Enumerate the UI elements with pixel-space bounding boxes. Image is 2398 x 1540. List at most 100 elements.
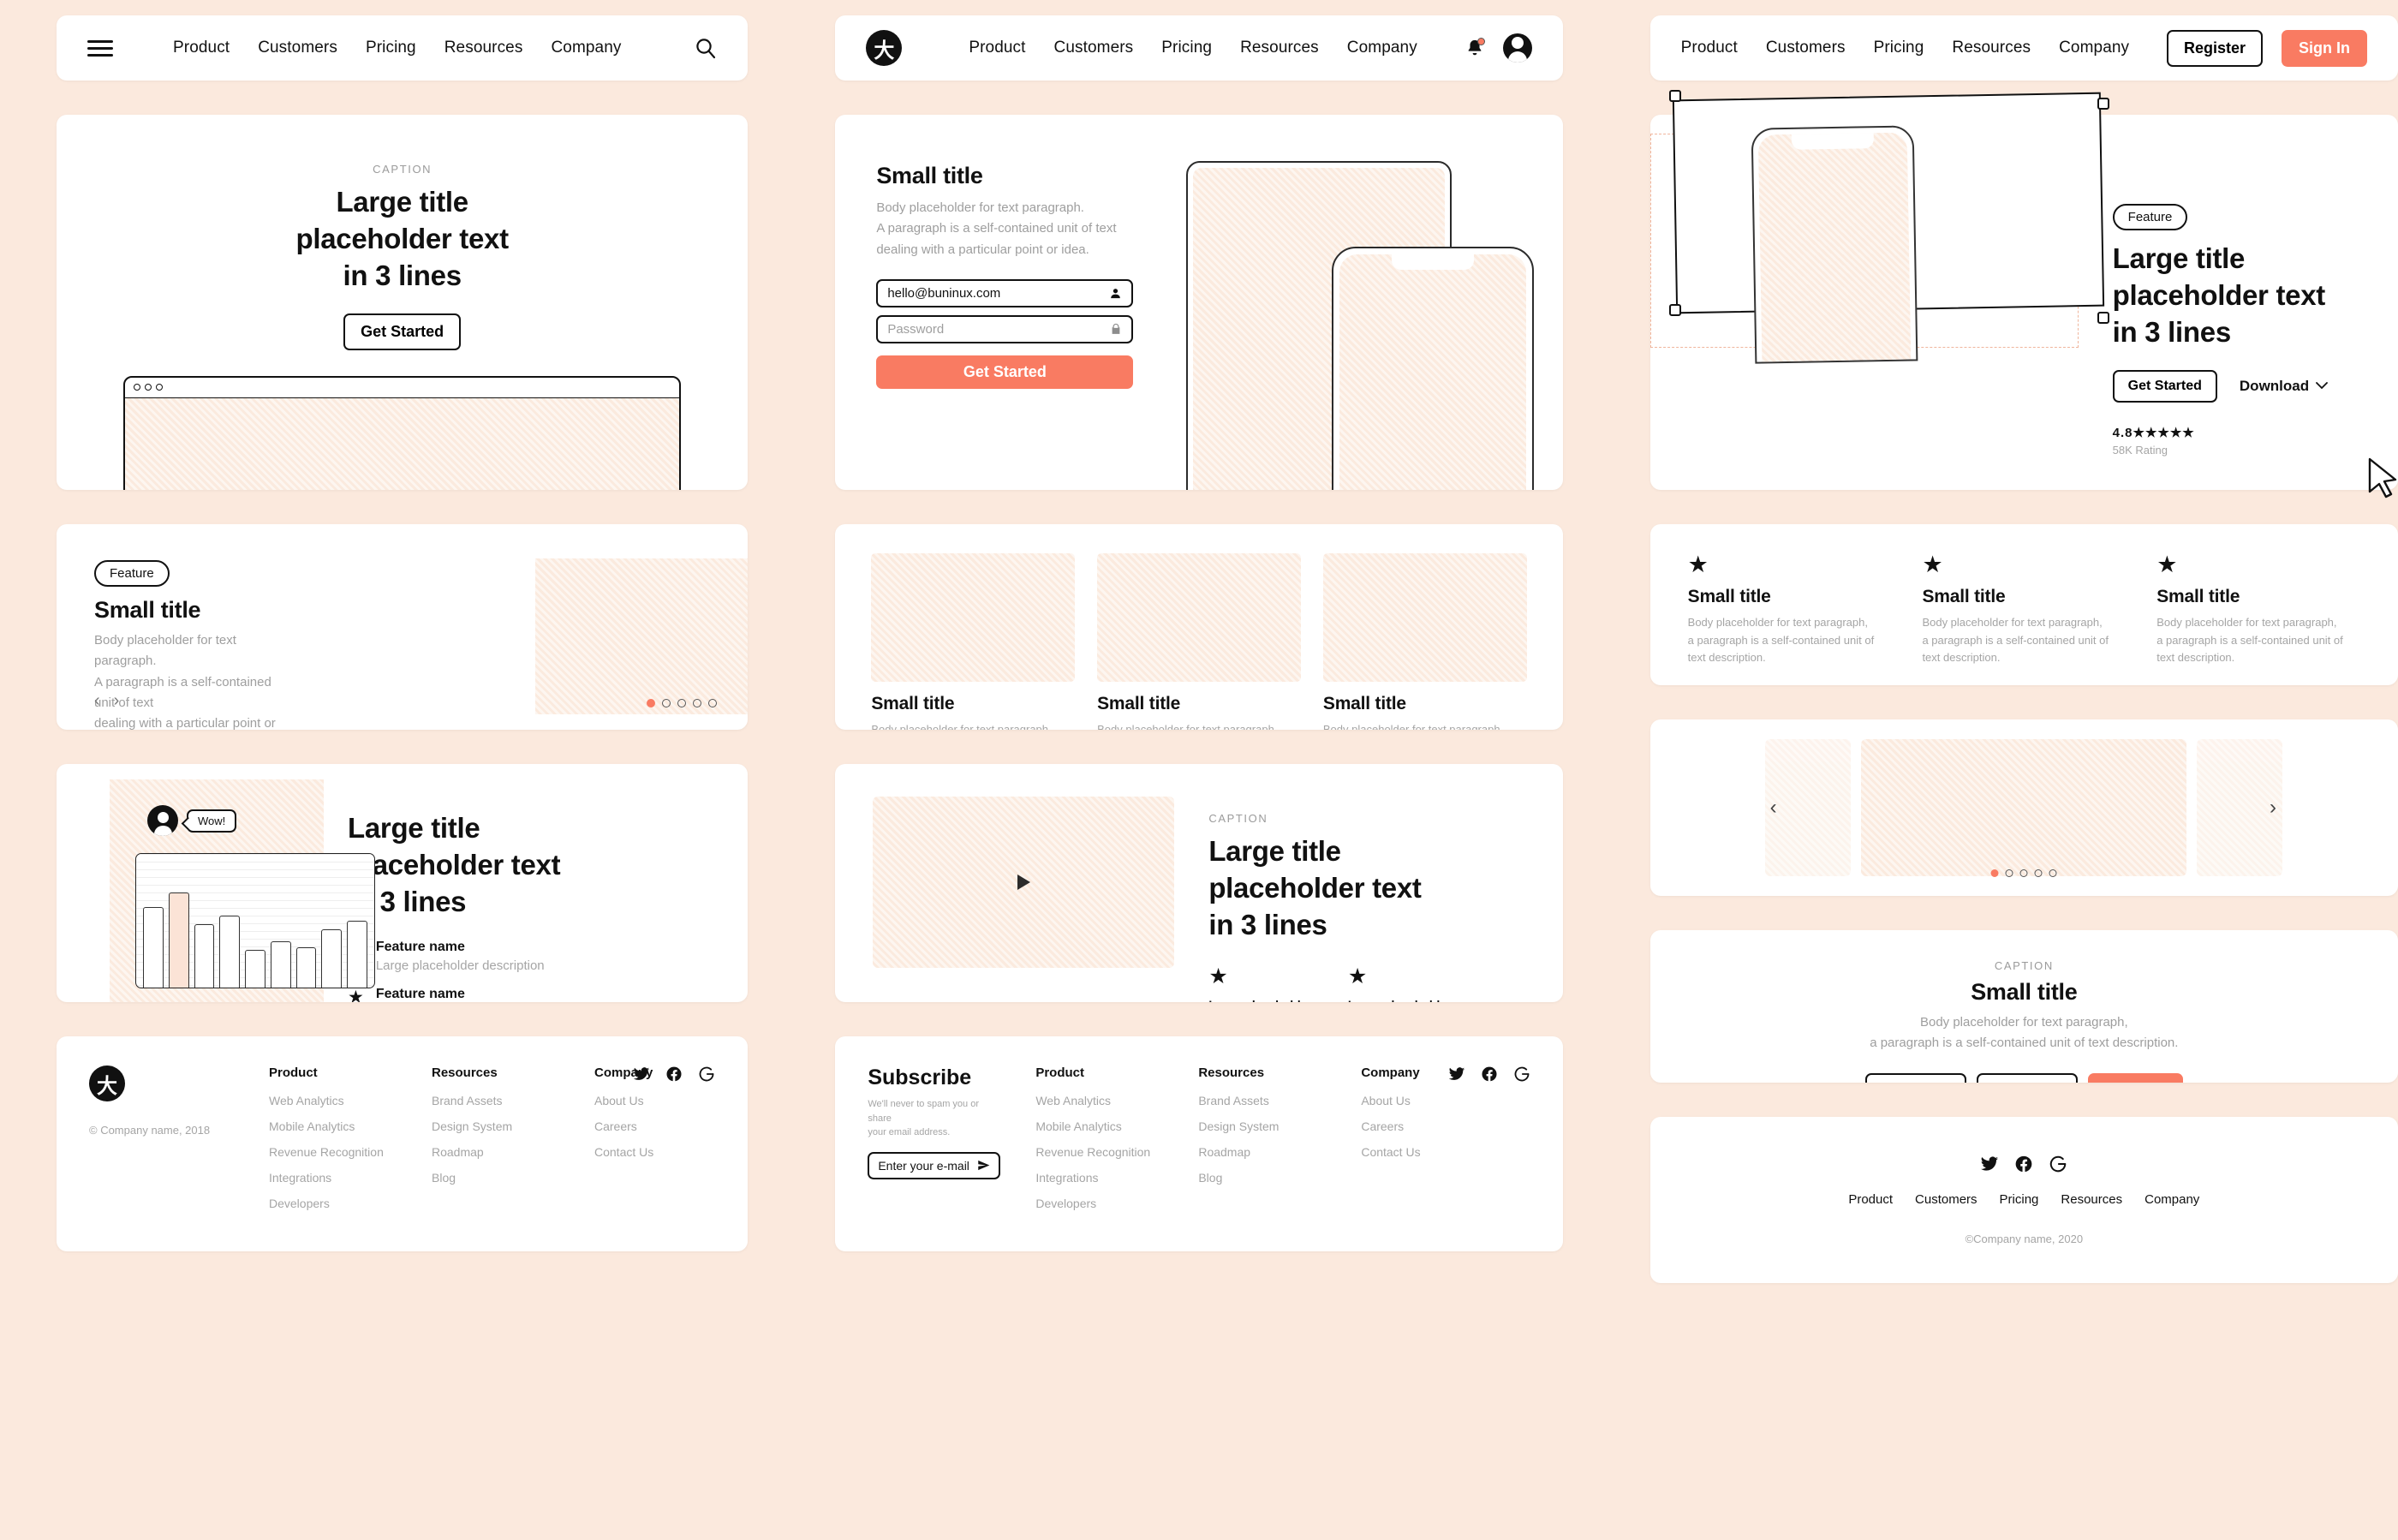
- carousel-dot[interactable]: [662, 699, 671, 707]
- feature-body: Body placeholder for text paragraph, a p…: [2156, 616, 2343, 665]
- star-icon: ★: [1347, 964, 1368, 988]
- carousel-dot[interactable]: [1990, 869, 1999, 877]
- footer-link[interactable]: Design System: [432, 1119, 594, 1133]
- video-player[interactable]: [873, 797, 1175, 968]
- facebook-icon[interactable]: [1481, 1065, 1498, 1083]
- twitter-icon[interactable]: [1980, 1155, 1999, 1173]
- footer-link[interactable]: Roadmap: [1198, 1145, 1361, 1159]
- footer-link[interactable]: Mobile Analytics: [269, 1119, 432, 1133]
- carousel-dot[interactable]: [2005, 869, 2013, 877]
- nav-link-pricing[interactable]: Pricing: [366, 39, 416, 57]
- nav-link-resources[interactable]: Resources: [1240, 39, 1319, 57]
- footer-link[interactable]: Integrations: [1035, 1171, 1198, 1185]
- footer-link-customers[interactable]: Customers: [1915, 1192, 1977, 1207]
- carousel-slide-prev[interactable]: [1765, 739, 1852, 876]
- footer-link[interactable]: Integrations: [269, 1171, 432, 1185]
- footer-link[interactable]: Web Analytics: [1035, 1094, 1198, 1107]
- nav-link-customers[interactable]: Customers: [1766, 39, 1846, 57]
- carousel-dot[interactable]: [708, 699, 718, 707]
- avatar[interactable]: [1502, 33, 1532, 63]
- chevron-right-icon[interactable]: ›: [114, 691, 120, 711]
- footer-link[interactable]: Roadmap: [432, 1145, 594, 1159]
- footer-link[interactable]: Revenue Recognition: [269, 1145, 432, 1159]
- hamburger-menu-icon[interactable]: [87, 39, 113, 57]
- resize-handle[interactable]: [1668, 90, 1681, 102]
- nav-link-product[interactable]: Product: [173, 39, 230, 57]
- footer-link[interactable]: Brand Assets: [432, 1094, 594, 1107]
- google-icon[interactable]: [2049, 1155, 2067, 1173]
- footer-link[interactable]: Web Analytics: [269, 1094, 432, 1107]
- footer-link[interactable]: Careers: [1361, 1119, 1420, 1133]
- carousel-slide-active[interactable]: [1861, 739, 2187, 876]
- footer-link-resources[interactable]: Resources: [2061, 1192, 2122, 1207]
- carousel-dot[interactable]: [2034, 869, 2043, 877]
- google-icon[interactable]: [1513, 1065, 1530, 1083]
- footer-link[interactable]: Careers: [594, 1119, 653, 1133]
- subscribe-email-input[interactable]: Enter your e-mail: [868, 1151, 1001, 1179]
- email-field[interactable]: hello@buninux.com: [876, 278, 1134, 307]
- chevron-left-icon[interactable]: ‹: [94, 691, 100, 711]
- footer-link[interactable]: Design System: [1198, 1119, 1361, 1133]
- footer-link[interactable]: Brand Assets: [1198, 1094, 1361, 1107]
- navbar-hamburger: Product Customers Pricing Resources Comp…: [57, 15, 749, 81]
- footer-link-product[interactable]: Product: [1848, 1192, 1893, 1207]
- password-field[interactable]: Password: [876, 314, 1134, 343]
- column-three: Product Customers Pricing Resources Comp…: [1599, 0, 2398, 1540]
- download-dropdown[interactable]: Download: [2240, 378, 2329, 395]
- search-icon[interactable]: [695, 37, 717, 59]
- nav-link-pricing[interactable]: Pricing: [1874, 39, 1924, 57]
- email-input[interactable]: E-mail: [1976, 1072, 2078, 1083]
- nav-link-product[interactable]: Product: [969, 39, 1025, 57]
- twitter-icon[interactable]: [1448, 1065, 1465, 1083]
- hero2-get-started-button[interactable]: Get Started: [876, 355, 1134, 389]
- hero1-get-started-button[interactable]: Get Started: [343, 313, 462, 350]
- footer-link[interactable]: About Us: [1361, 1094, 1420, 1107]
- star-icon: ★: [1687, 552, 1709, 577]
- footer-link-pricing[interactable]: Pricing: [2000, 1192, 2039, 1207]
- footer-link[interactable]: Blog: [1198, 1171, 1361, 1185]
- resize-handle[interactable]: [1668, 304, 1681, 316]
- footer-link[interactable]: Contact Us: [1361, 1145, 1420, 1159]
- nav-link-company[interactable]: Company: [551, 39, 621, 57]
- cursor-icon: [2367, 457, 2398, 502]
- register-button[interactable]: Register: [2166, 29, 2263, 67]
- facebook-icon[interactable]: [665, 1065, 683, 1083]
- twitter-icon[interactable]: [633, 1065, 650, 1083]
- google-icon[interactable]: [698, 1065, 715, 1083]
- carousel-dot[interactable]: [693, 699, 702, 707]
- footer-link[interactable]: Revenue Recognition: [1035, 1145, 1198, 1159]
- carousel-dot[interactable]: [2049, 869, 2057, 877]
- logo-icon[interactable]: 大: [866, 30, 903, 66]
- signup-get-started-button[interactable]: Get Started: [2087, 1072, 2184, 1083]
- play-icon[interactable]: [1017, 874, 1030, 890]
- footer-link[interactable]: Developers: [1035, 1197, 1198, 1210]
- footer-link[interactable]: Contact Us: [594, 1145, 653, 1159]
- hero3-get-started-button[interactable]: Get Started: [2112, 369, 2217, 403]
- footer-link[interactable]: Developers: [269, 1197, 432, 1210]
- nav-link-company[interactable]: Company: [1347, 39, 1417, 57]
- nav-link-resources[interactable]: Resources: [444, 39, 523, 57]
- nav-link-resources[interactable]: Resources: [1952, 39, 2031, 57]
- nav-link-pricing[interactable]: Pricing: [1161, 39, 1212, 57]
- facebook-icon[interactable]: [2014, 1155, 2033, 1173]
- notification-bell-icon[interactable]: [1465, 38, 1485, 57]
- nav-link-company[interactable]: Company: [2059, 39, 2129, 57]
- footer-link[interactable]: Blog: [432, 1171, 594, 1185]
- chevron-right-icon[interactable]: ›: [2270, 796, 2276, 820]
- chevron-left-icon[interactable]: ‹: [1770, 796, 1777, 820]
- carousel-dot[interactable]: [677, 699, 687, 707]
- footer-link[interactable]: About Us: [594, 1094, 653, 1107]
- footer-link-company[interactable]: Company: [2144, 1192, 2199, 1207]
- send-icon[interactable]: [977, 1159, 990, 1172]
- nav-link-customers[interactable]: Customers: [1054, 39, 1134, 57]
- resize-handle[interactable]: [2097, 312, 2109, 324]
- signin-button[interactable]: Sign In: [2281, 29, 2367, 67]
- footer-link[interactable]: Mobile Analytics: [1035, 1119, 1198, 1133]
- carousel-dot[interactable]: [2019, 869, 2028, 877]
- username-input[interactable]: Username: [1864, 1072, 1966, 1083]
- carousel-dot[interactable]: [647, 699, 656, 707]
- resize-handle[interactable]: [2097, 98, 2109, 110]
- footer-with-logo: 大 © Company name, 2018 Product Web Analy…: [57, 1036, 749, 1251]
- nav-link-product[interactable]: Product: [1681, 39, 1738, 57]
- nav-link-customers[interactable]: Customers: [258, 39, 337, 57]
